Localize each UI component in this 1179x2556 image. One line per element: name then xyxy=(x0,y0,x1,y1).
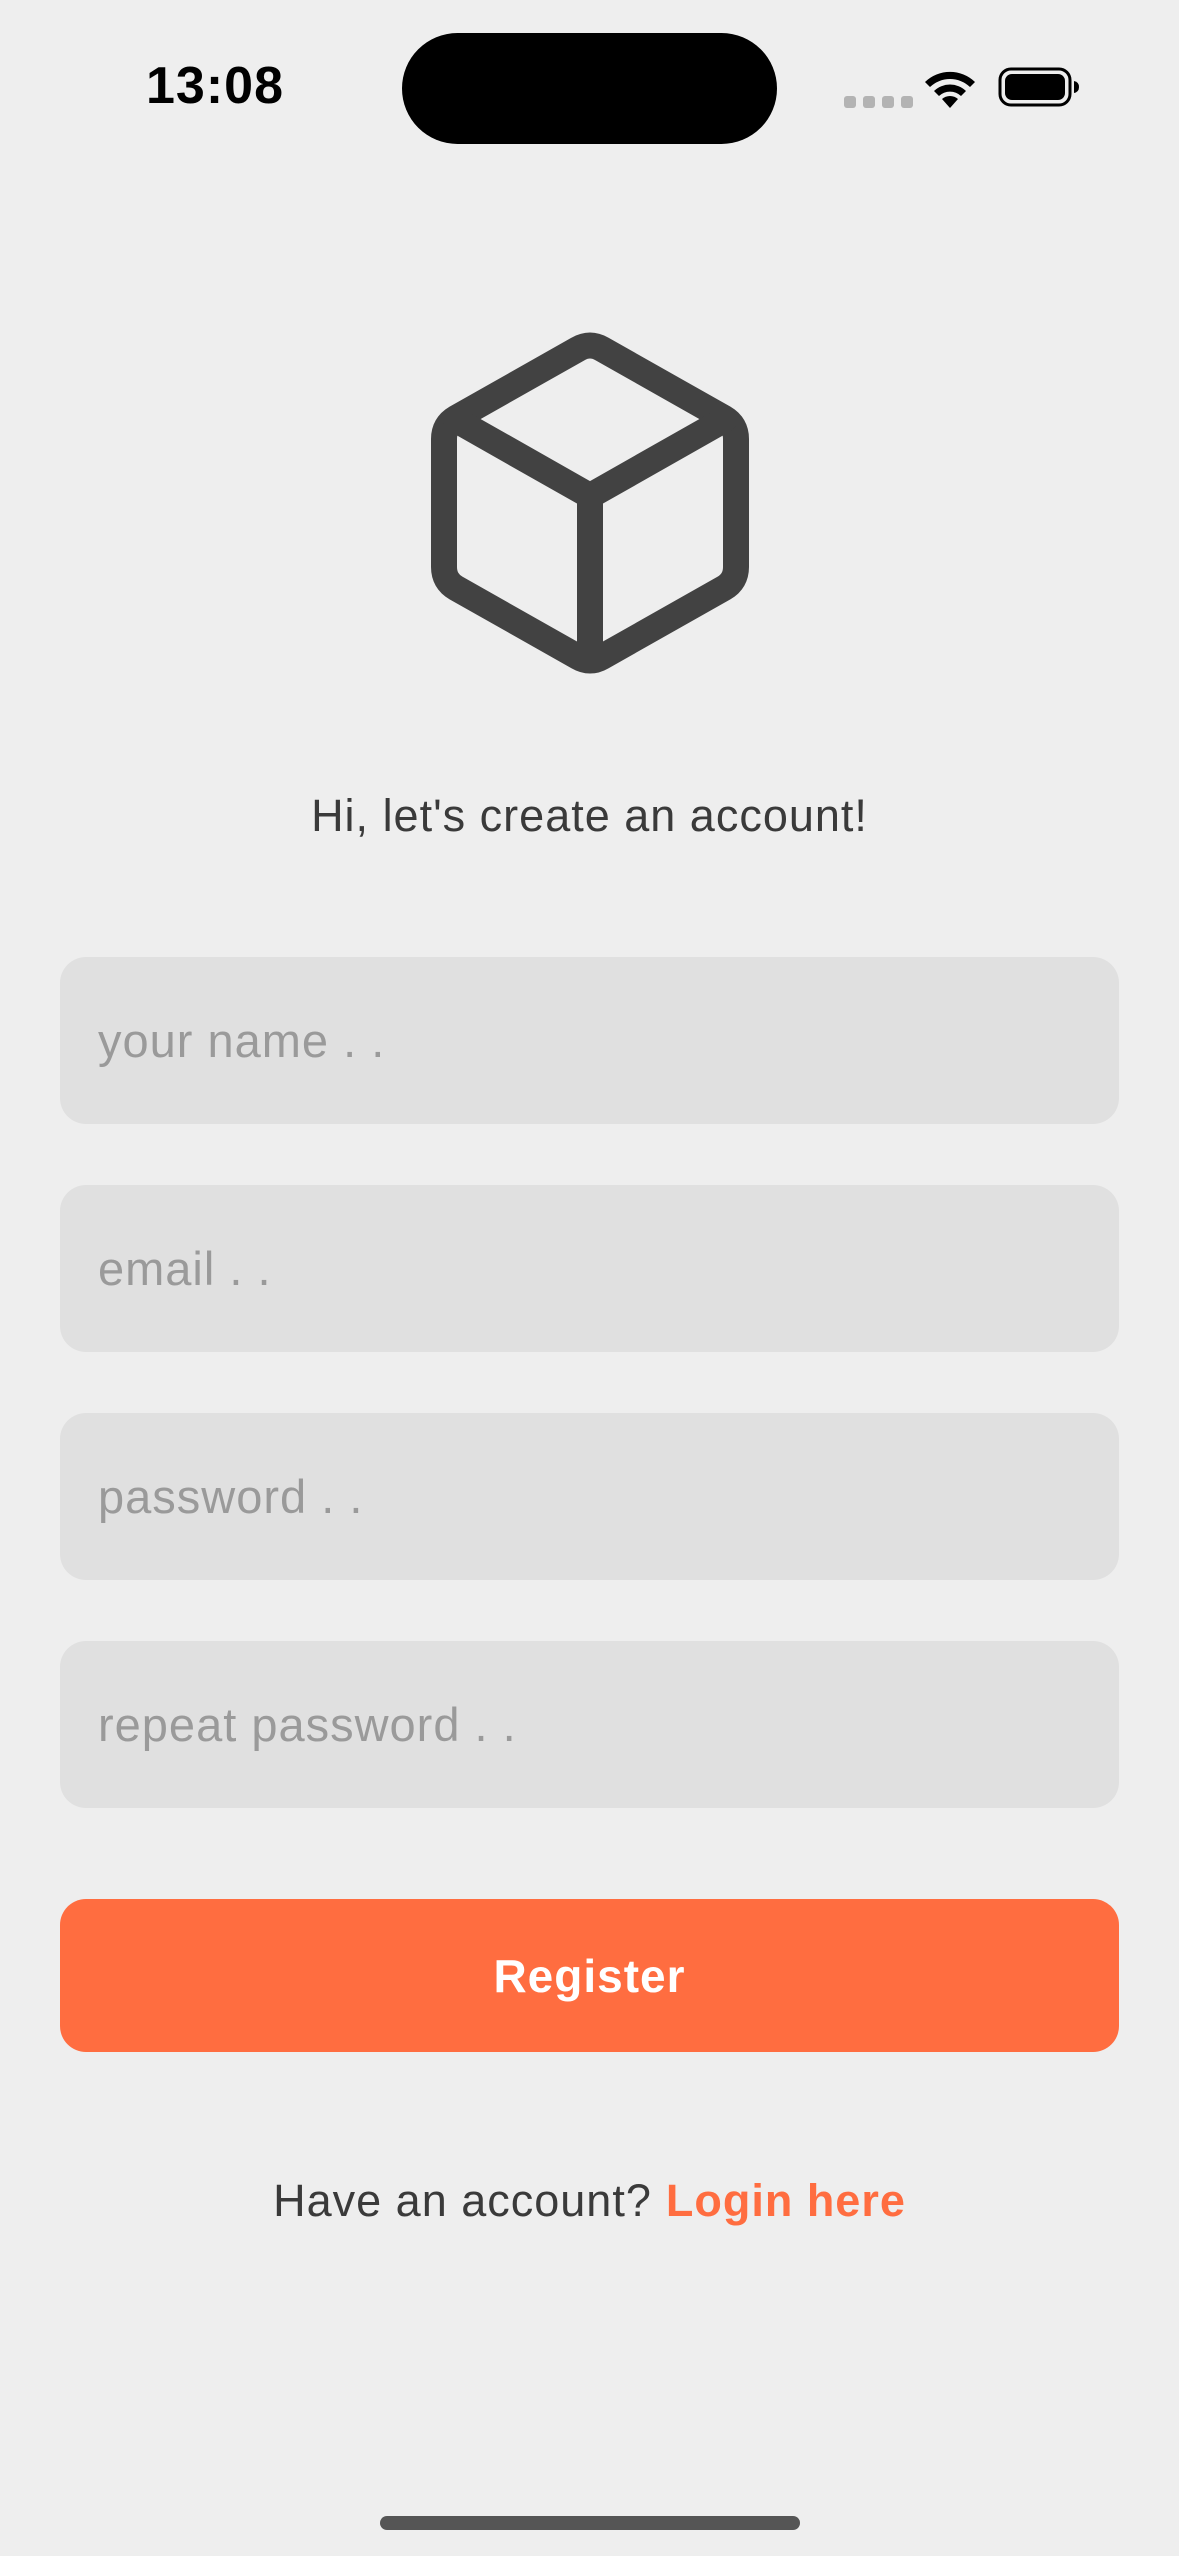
login-link[interactable]: Login here xyxy=(666,2175,906,2226)
repeat-password-input[interactable] xyxy=(96,1696,1119,1753)
repeat-password-field[interactable] xyxy=(60,1641,1119,1808)
login-prompt: Have an account? Login here xyxy=(0,2175,1179,2227)
password-field[interactable] xyxy=(60,1413,1119,1580)
dynamic-island xyxy=(402,33,777,144)
cube-icon xyxy=(431,332,749,674)
greeting-text: Hi, let's create an account! xyxy=(311,790,868,841)
wifi-icon xyxy=(925,71,975,108)
register-button[interactable]: Register xyxy=(60,1899,1119,2052)
login-prompt-text: Have an account? xyxy=(273,2175,652,2226)
email-field[interactable] xyxy=(60,1185,1119,1352)
status-time: 13:08 xyxy=(146,57,284,115)
home-indicator[interactable] xyxy=(380,2516,800,2530)
signal-icon xyxy=(844,96,913,108)
name-input[interactable] xyxy=(96,1012,1119,1069)
status-bar: 13:08 xyxy=(0,0,1179,180)
email-input[interactable] xyxy=(96,1240,1119,1297)
battery-icon xyxy=(998,67,1079,107)
password-input[interactable] xyxy=(96,1468,1119,1525)
name-field[interactable] xyxy=(60,957,1119,1124)
